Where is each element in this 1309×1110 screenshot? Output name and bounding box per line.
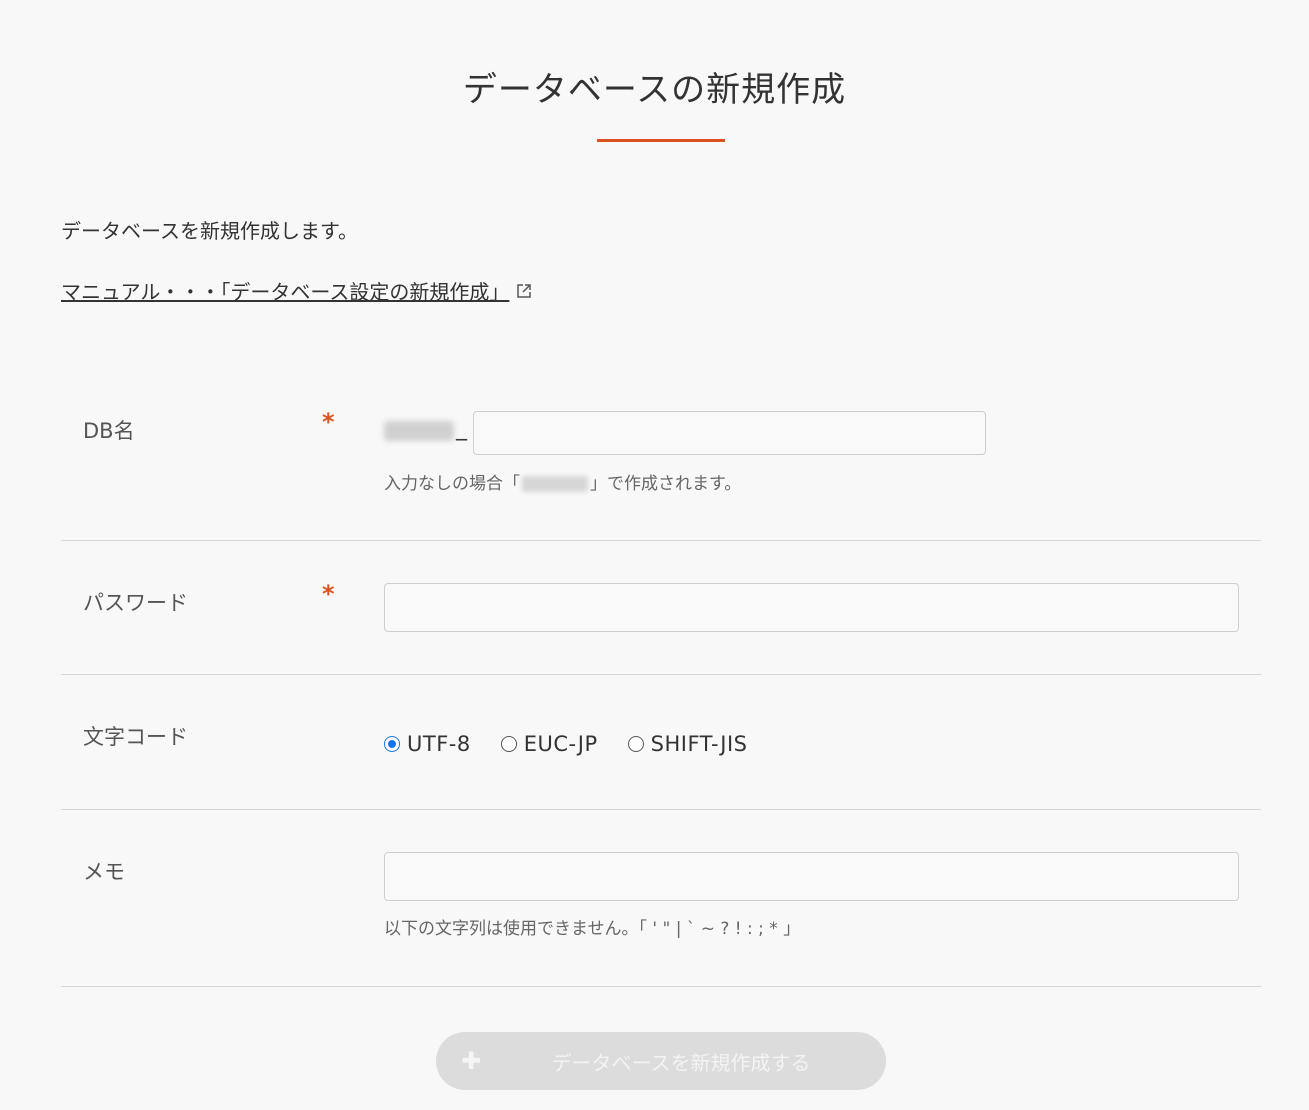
- create-database-button-label: データベースを新規作成する: [551, 1050, 811, 1075]
- manual-link[interactable]: マニュアル・・・「データベース設定の新規作成」: [61, 276, 533, 305]
- external-link-icon: [517, 283, 532, 298]
- charset-option-utf8[interactable]: UTF-8: [384, 732, 471, 756]
- db-name-required-mark: *: [322, 408, 335, 436]
- memo-input[interactable]: [384, 852, 1239, 901]
- charset-option-shiftjis[interactable]: SHIFT-JIS: [627, 732, 748, 756]
- divider: [61, 540, 1261, 541]
- divider: [61, 809, 1261, 810]
- radio-unchecked-icon[interactable]: [500, 736, 517, 752]
- memo-hint: 以下の文字列は使用できません。「 ' " | ` ~ ? ! : ; * 」: [384, 919, 801, 939]
- modal-title: データベースの新規作成: [462, 70, 847, 110]
- radio-checked-icon[interactable]: [384, 736, 400, 752]
- password-required-mark: *: [322, 580, 335, 608]
- create-database-button[interactable]: ✚ データベースを新規作成する: [436, 1032, 886, 1090]
- charset-option-eucjp[interactable]: EUC-JP: [500, 732, 598, 756]
- charset-option-label: EUC-JP: [523, 732, 598, 756]
- db-name-separator: _: [456, 416, 467, 441]
- plus-icon: ✚: [461, 1047, 482, 1075]
- intro-text: データベースを新規作成します。: [61, 219, 358, 243]
- password-input[interactable]: [384, 583, 1239, 632]
- charset-option-label: UTF-8: [407, 732, 471, 756]
- db-name-hint: 入力なしの場合「 」で作成されます。: [384, 469, 741, 494]
- db-name-prefix-redacted: [384, 421, 454, 441]
- radio-unchecked-icon[interactable]: [627, 736, 644, 752]
- db-name-input[interactable]: [473, 411, 986, 455]
- db-name-hint-after: 」で作成されます。: [590, 474, 742, 494]
- db-name-hint-before: 入力なしの場合「: [384, 474, 520, 494]
- db-name-hint-redacted: [522, 476, 588, 492]
- title-underline: [597, 139, 725, 142]
- charset-option-label: SHIFT-JIS: [650, 732, 748, 756]
- divider: [61, 674, 1261, 675]
- charset-label: 文字コード: [83, 725, 188, 749]
- password-label: パスワード: [83, 591, 188, 615]
- manual-link-label: マニュアル・・・「データベース設定の新規作成」: [61, 280, 510, 304]
- divider: [61, 986, 1261, 987]
- charset-radio-group: UTF-8 EUC-JP SHIFT-JIS: [384, 732, 778, 756]
- modal-page: データベースの新規作成 データベースを新規作成します。 マニュアル・・・「データ…: [0, 0, 1309, 1110]
- db-name-label: DB名: [83, 419, 135, 443]
- memo-label: メモ: [83, 860, 125, 884]
